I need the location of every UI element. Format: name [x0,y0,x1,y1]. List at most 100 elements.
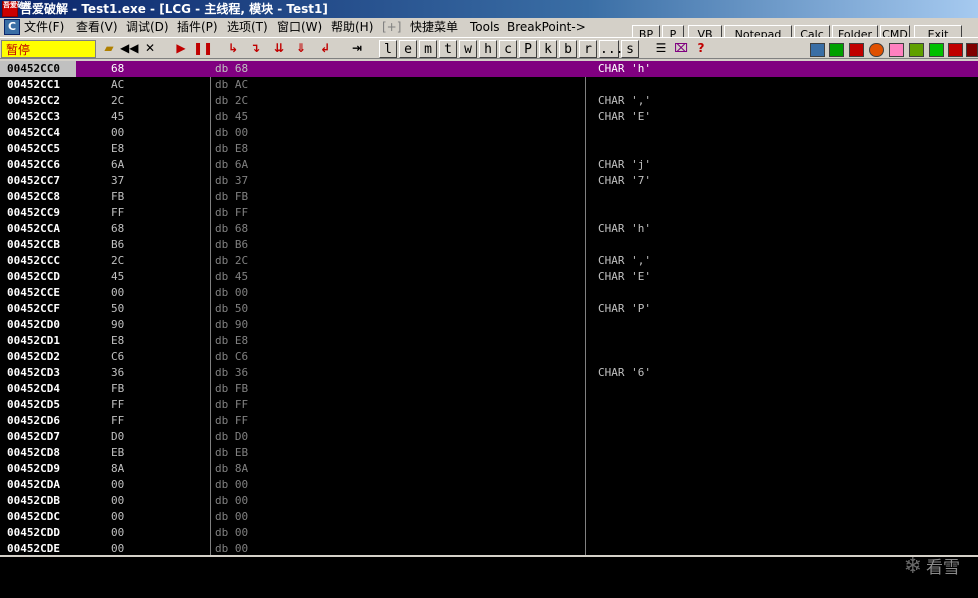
address-cell: 00452CC4 [7,126,60,139]
dump-row[interactable]: 00452CD5 FF db FF [0,397,978,413]
tool-extra-icon[interactable] [966,43,978,57]
go-to-icon[interactable]: ⇥ [348,40,366,58]
pause-icon[interactable]: ❚❚ [193,40,213,58]
menu-tools[interactable]: Tools [468,18,502,36]
dump-row[interactable]: 00452CD2 C6 db C6 [0,349,978,365]
tool-green-icon[interactable] [829,43,844,57]
info-pane[interactable] [0,555,978,598]
menu-help[interactable]: 帮助(H) [329,18,375,36]
dump-row[interactable]: 00452CCA 68 db 68 CHAR 'h' [0,221,978,237]
run-icon[interactable]: ▶ [172,40,190,58]
grid-icon[interactable] [909,43,924,57]
window-memory-button[interactable]: m [419,40,437,58]
dump-row[interactable]: 00452CDB 00 db 00 [0,493,978,509]
window-callstack-button[interactable]: k [539,40,557,58]
disasm-cell: db C6 [215,350,249,363]
dump-row[interactable]: 00452CD9 8A db 8A [0,461,978,477]
address-cell: 00452CD0 [7,318,60,331]
menu-window[interactable]: 窗口(W) [275,18,324,36]
address-cell: 00452CD8 [7,446,60,459]
record-icon[interactable] [869,43,884,57]
help-icon[interactable]: ? [692,40,710,58]
dump-row[interactable]: 00452CC2 2C db 2C CHAR ',' [0,93,978,109]
back-icon[interactable] [810,43,825,57]
dump-row[interactable]: 00452CD3 36 db 36 CHAR '6' [0,365,978,381]
dump-row[interactable]: 00452CC9 FF db FF [0,205,978,221]
window-references-button[interactable]: r [579,40,597,58]
address-cell: 00452CD3 [7,366,60,379]
address-cell: 00452CD2 [7,350,60,363]
menu-view[interactable]: 查看(V) [74,18,120,36]
dump-row[interactable]: 00452CC3 45 db 45 CHAR 'E' [0,109,978,125]
menu-plugins[interactable]: 插件(P) [175,18,220,36]
dump-row[interactable]: 00452CCD 45 db 45 CHAR 'E' [0,269,978,285]
menu-breakpoint[interactable]: BreakPoint-> [505,18,588,36]
address-cell: 00452CC8 [7,190,60,203]
dump-row[interactable]: 00452CCB B6 db B6 [0,237,978,253]
window-breakpoints-button[interactable]: b [559,40,577,58]
dump-row[interactable]: 00452CD0 90 db 90 [0,317,978,333]
toolbar: 暂停 ▰ ◀◀ ✕ ▶ ❚❚ ↳ ↴ ⇊ ⇓ ↲ ⇥ l e m t w h c… [0,37,978,59]
trace-into-icon[interactable]: ⇊ [270,40,288,58]
address-cell: 00452CD5 [7,398,60,411]
step-over-icon[interactable]: ↴ [246,40,264,58]
list-icon[interactable]: ☰ [652,40,670,58]
open-folder-icon[interactable]: ▰ [100,40,118,58]
window-threads-button[interactable]: t [439,40,457,58]
execute-till-return-icon[interactable]: ↲ [316,40,334,58]
window-handles-button[interactable]: h [479,40,497,58]
disasm-cell: db 00 [215,542,249,555]
menu-expand[interactable]: [+] [380,18,403,36]
hex-cell: 2C [111,254,125,267]
dump-row[interactable]: 00452CC8 FB db FB [0,189,978,205]
dump-row[interactable]: 00452CDC 00 db 00 [0,509,978,525]
dump-row[interactable]: 00452CD7 D0 db D0 [0,429,978,445]
close-icon[interactable]: ✕ [141,40,159,58]
tool-a-icon[interactable] [849,43,864,57]
menu-options[interactable]: 选项(T) [225,18,270,36]
dump-row[interactable]: 00452CC7 37 db 37 CHAR '7' [0,173,978,189]
disasm-cell: db D0 [215,430,249,443]
dump-row[interactable]: 00452CDA 00 db 00 [0,477,978,493]
window-patches-button[interactable]: P [519,40,537,58]
table-icon[interactable] [929,43,944,57]
address-cell: 00452CD6 [7,414,60,427]
dump-row[interactable]: 00452CDE 00 db 00 [0,541,978,555]
window-windows-button[interactable]: w [459,40,477,58]
mdi-window-icon[interactable]: C [4,19,20,35]
disasm-cell: db B6 [215,238,249,251]
dump-row[interactable]: 00452CC0 68 db 68 CHAR 'h' [0,61,978,77]
menu-shortcut[interactable]: 快捷菜单 [408,18,460,36]
window-cpu-button[interactable]: c [499,40,517,58]
target-icon[interactable] [889,43,904,57]
disassembly-pane[interactable]: 00452CC0 68 db 68 CHAR 'h' 00452CC1 AC db AC 00… [0,61,978,555]
rewind-icon[interactable]: ◀◀ [120,40,138,58]
window-source-button[interactable]: s [621,40,639,58]
comment-cell: CHAR 'E' [598,110,651,123]
dump-row[interactable]: 00452CD1 E8 db E8 [0,333,978,349]
dump-row[interactable]: 00452CD4 FB db FB [0,381,978,397]
comment-cell: CHAR ',' [598,94,651,107]
window-run-trace-button[interactable]: ... [599,40,623,58]
dump-row[interactable]: 00452CCF 50 db 50 CHAR 'P' [0,301,978,317]
dump-row[interactable]: 00452CC4 00 db 00 [0,125,978,141]
dump-row[interactable]: 00452CD8 EB db EB [0,445,978,461]
dump-row[interactable]: 00452CD6 FF db FF [0,413,978,429]
window-log-button[interactable]: l [379,40,397,58]
script-icon[interactable]: ⌧ [672,40,690,58]
dump-row[interactable]: 00452CDD 00 db 00 [0,525,978,541]
hex-cell: E8 [111,142,125,155]
menu-debug[interactable]: 调试(D) [124,18,171,36]
dump-row[interactable]: 00452CC6 6A db 6A CHAR 'j' [0,157,978,173]
menu-file[interactable]: 文件(F) [22,18,66,36]
dump-row[interactable]: 00452CCC 2C db 2C CHAR ',' [0,253,978,269]
trace-over-icon[interactable]: ⇓ [292,40,310,58]
tool-red-icon[interactable] [948,43,963,57]
dump-row[interactable]: 00452CC1 AC db AC [0,77,978,93]
hex-cell: 68 [111,222,125,235]
disasm-cell: db FB [215,382,249,395]
window-executables-button[interactable]: e [399,40,417,58]
dump-row[interactable]: 00452CC5 E8 db E8 [0,141,978,157]
dump-row[interactable]: 00452CCE 00 db 00 [0,285,978,301]
step-into-icon[interactable]: ↳ [224,40,242,58]
